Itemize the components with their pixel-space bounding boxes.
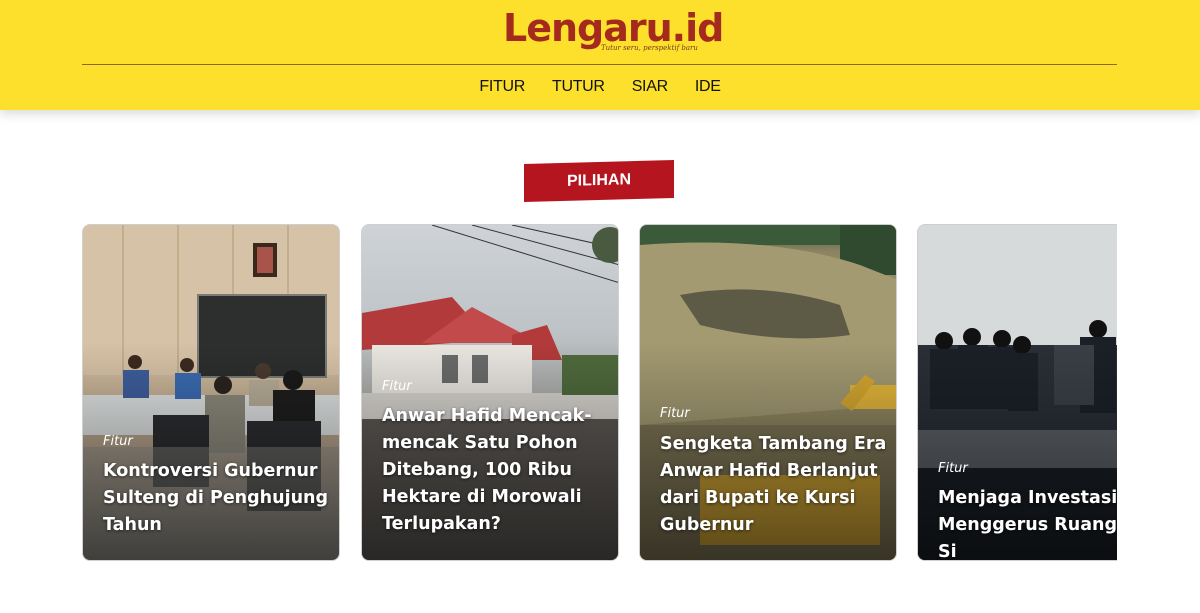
article-title[interactable]: Anwar Hafid Mencak-mencak Satu Pohon Dit… <box>382 403 618 538</box>
site-header: Lengaru.id Tutur seru, perspektif baru F… <box>0 0 1200 110</box>
article-category[interactable]: Fitur <box>938 461 968 476</box>
article-card[interactable]: Fitur Sengketa Tambang Era Anwar Hafid B… <box>639 224 897 561</box>
nav-ide[interactable]: IDE <box>695 78 721 96</box>
nav-tutur[interactable]: TUTUR <box>552 78 605 96</box>
article-title[interactable]: Menjaga Investasi, Menggerus Ruang Si <box>938 485 1117 561</box>
article-category[interactable]: Fitur <box>660 406 690 421</box>
site-logo[interactable]: Lengaru.id Tutur seru, perspektif baru <box>503 6 724 56</box>
article-card[interactable]: Fitur Anwar Hafid Mencak-mencak Satu Poh… <box>361 224 619 561</box>
nav-fitur[interactable]: FITUR <box>479 78 525 96</box>
section-title-pilihan: PILIHAN <box>524 160 674 202</box>
article-card[interactable]: Fitur Menjaga Investasi, Menggerus Ruang… <box>917 224 1117 561</box>
main-nav: FITUR TUTUR SIAR IDE <box>0 78 1200 96</box>
header-divider <box>82 64 1117 65</box>
article-card[interactable]: Fitur Kontroversi Gubernur Sulteng di Pe… <box>82 224 340 561</box>
article-category[interactable]: Fitur <box>382 379 412 394</box>
logo-tagline: Tutur seru, perspektif baru <box>601 44 698 52</box>
article-title[interactable]: Sengketa Tambang Era Anwar Hafid Berlanj… <box>660 431 896 539</box>
nav-siar[interactable]: SIAR <box>632 78 668 96</box>
article-title[interactable]: Kontroversi Gubernur Sulteng di Penghuju… <box>103 458 339 539</box>
article-category[interactable]: Fitur <box>103 434 133 449</box>
article-title-line: Menjaga Investasi, Menggerus Ruang Si <box>938 488 1117 561</box>
featured-carousel: Fitur Kontroversi Gubernur Sulteng di Pe… <box>82 224 1117 562</box>
